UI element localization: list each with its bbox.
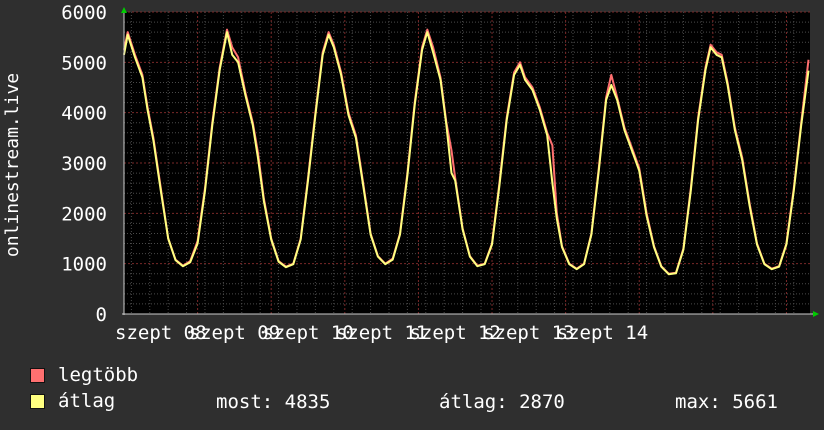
- y-tick-label: 5000: [61, 52, 107, 74]
- legend-swatch-avg: [30, 393, 45, 409]
- stat-max: max: 5661: [675, 391, 778, 413]
- legend-swatch-max: [30, 367, 45, 383]
- y-tick-label: 6000: [61, 2, 107, 24]
- x-ticks: szept 08szept 09szept 10szept 11szept 12…: [115, 322, 648, 344]
- x-axis-arrow: [813, 311, 819, 317]
- legend-label-avg: átlag: [58, 390, 116, 412]
- y-tick-label: 3000: [61, 153, 107, 175]
- y-axis-label: onlinestream.live: [2, 73, 23, 257]
- y-tick-label: 4000: [61, 103, 107, 125]
- y-axis-arrow: [121, 7, 127, 13]
- stat-current: most: 4835: [216, 391, 331, 413]
- y-tick-label: 0: [96, 304, 107, 326]
- chart: 0 1000 2000 3000 4000 5000 6000 szept 08szept …: [2, 2, 819, 344]
- legend-item-avg: átlag: [30, 389, 115, 413]
- y-tick-label: 1000: [61, 254, 107, 276]
- y-ticks: 0 1000 2000 3000 4000 5000 6000: [61, 2, 107, 326]
- legend-item-max: legtöbb: [30, 363, 138, 387]
- legend-label-max: legtöbb: [58, 364, 139, 386]
- x-tick-label: szept 14: [557, 322, 649, 344]
- y-tick-label: 2000: [61, 203, 107, 225]
- stat-average: átlag: 2870: [439, 391, 565, 413]
